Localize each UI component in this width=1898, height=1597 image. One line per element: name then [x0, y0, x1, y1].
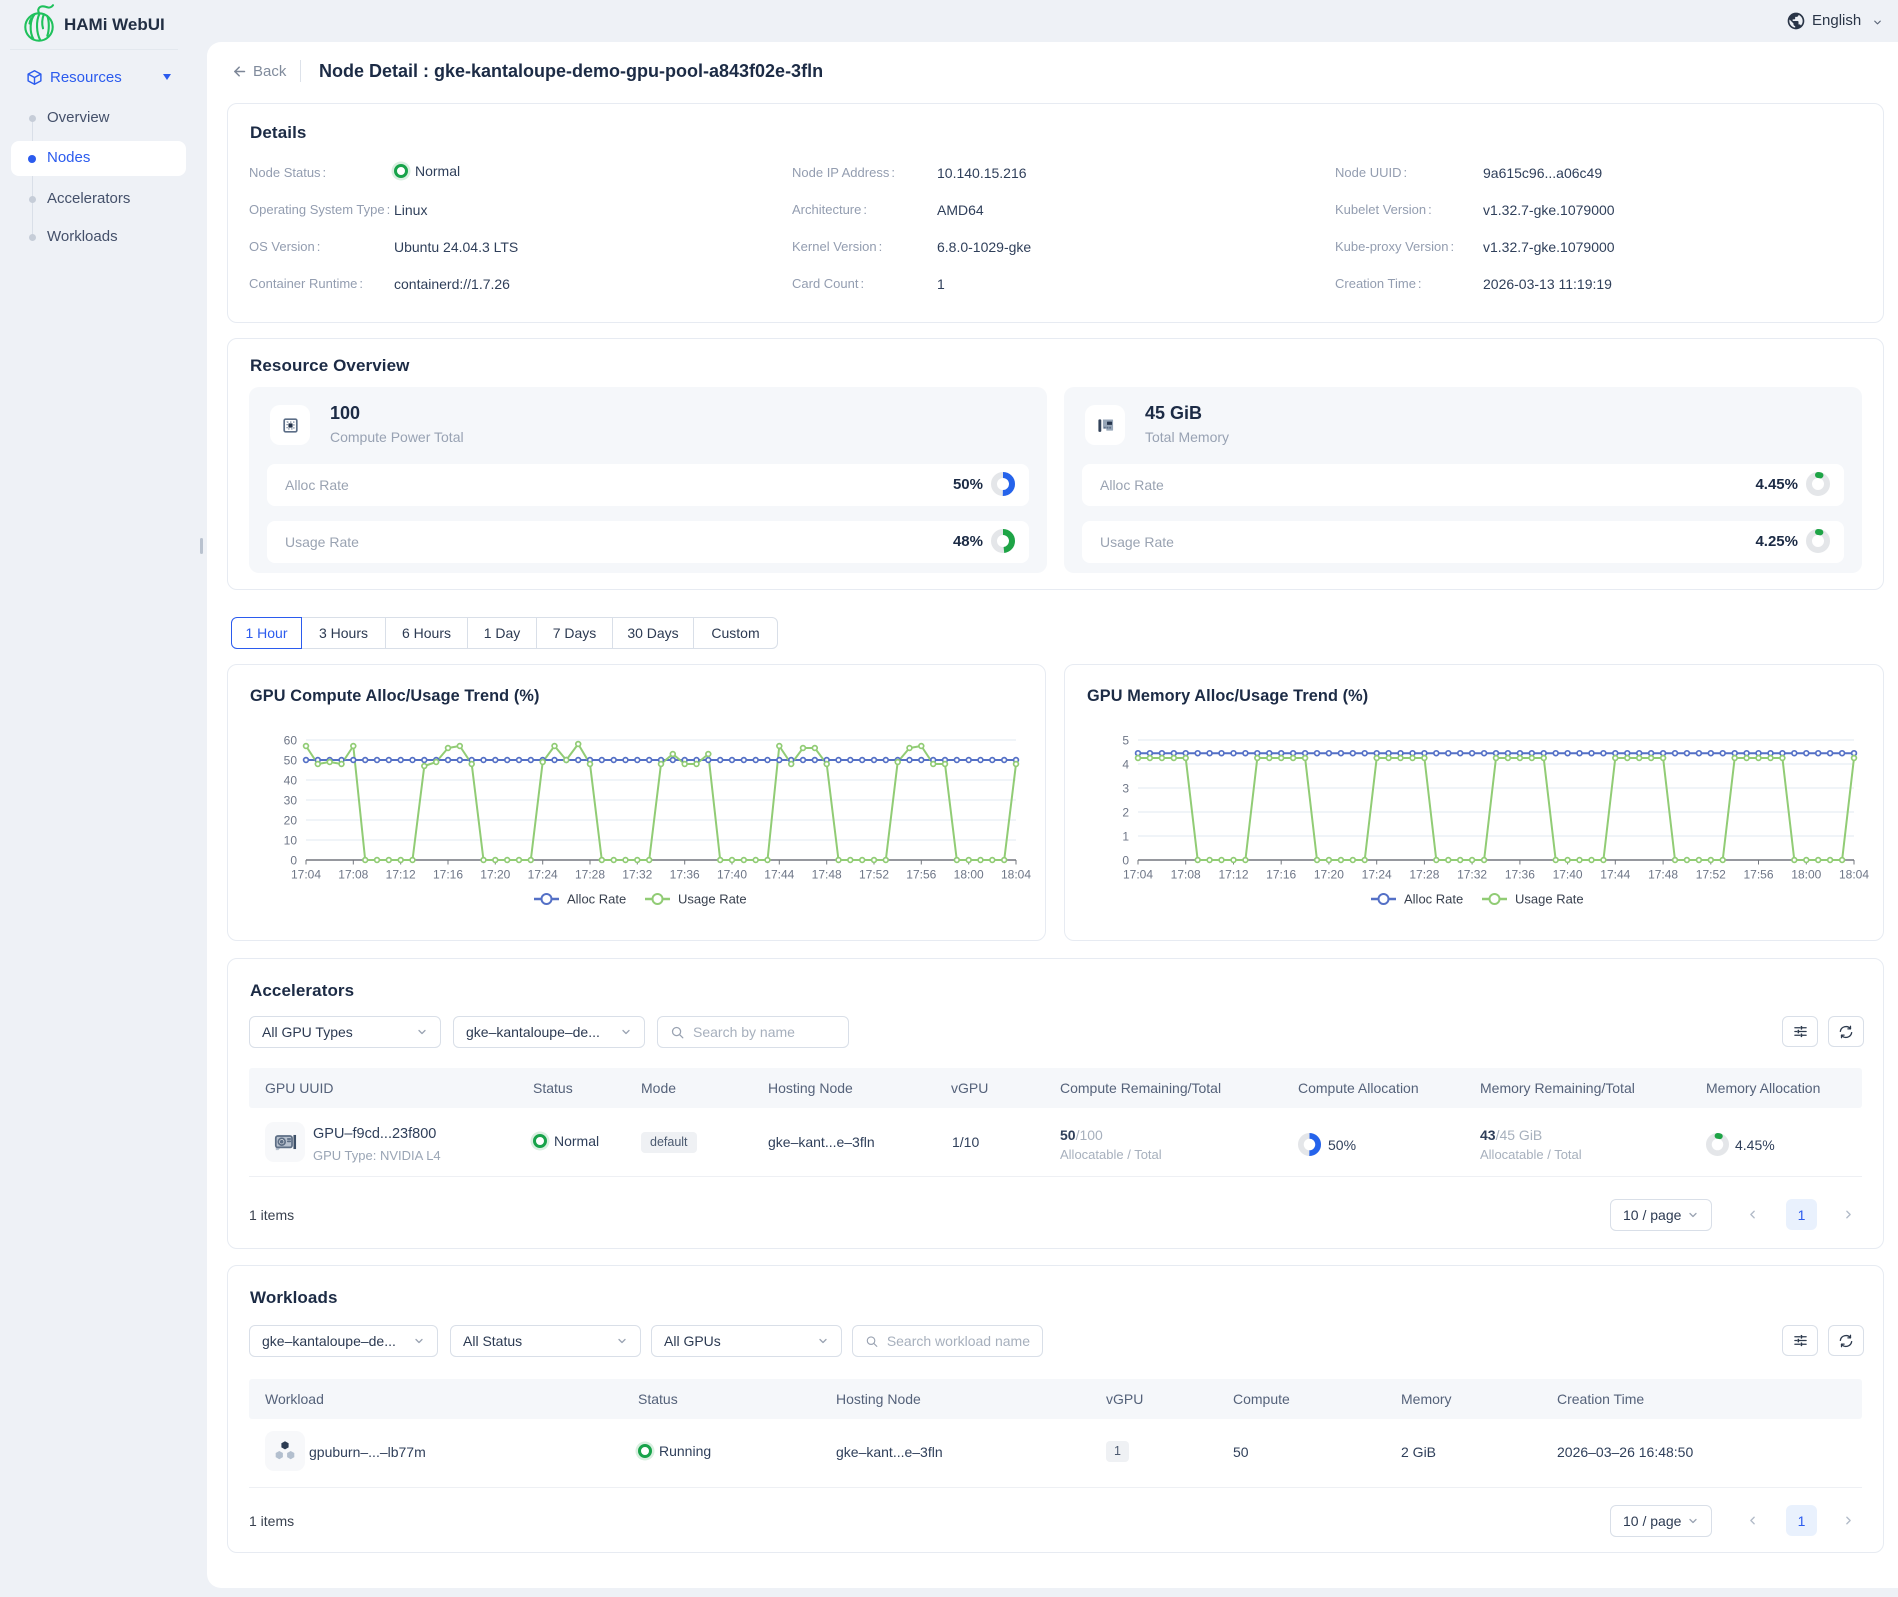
svg-text:17:40: 17:40: [717, 868, 747, 882]
svg-text:17:04: 17:04: [291, 868, 321, 882]
svg-text:17:36: 17:36: [670, 868, 700, 882]
svg-text:17:08: 17:08: [1171, 868, 1201, 882]
svg-text:1: 1: [1122, 830, 1129, 844]
svg-text:20: 20: [284, 814, 298, 828]
svg-text:60: 60: [284, 734, 298, 748]
svg-text:17:08: 17:08: [338, 868, 368, 882]
svg-text:4: 4: [1122, 758, 1129, 772]
svg-text:18:04: 18:04: [1839, 868, 1869, 882]
svg-text:18:04: 18:04: [1001, 868, 1031, 882]
svg-text:40: 40: [284, 774, 298, 788]
svg-text:17:44: 17:44: [764, 868, 794, 882]
svg-text:17:40: 17:40: [1553, 868, 1583, 882]
svg-text:17:36: 17:36: [1505, 868, 1535, 882]
svg-text:17:32: 17:32: [1457, 868, 1487, 882]
svg-text:17:24: 17:24: [528, 868, 558, 882]
svg-text:17:56: 17:56: [906, 868, 936, 882]
svg-text:10: 10: [284, 834, 298, 848]
svg-text:17:20: 17:20: [1314, 868, 1344, 882]
svg-text:17:16: 17:16: [1266, 868, 1296, 882]
svg-text:50: 50: [284, 754, 298, 768]
svg-text:5: 5: [1122, 734, 1129, 748]
svg-text:3: 3: [1122, 782, 1129, 796]
svg-text:17:20: 17:20: [480, 868, 510, 882]
svg-text:17:28: 17:28: [575, 868, 605, 882]
svg-text:17:12: 17:12: [386, 868, 416, 882]
svg-text:2: 2: [1122, 806, 1129, 820]
svg-text:17:24: 17:24: [1362, 868, 1392, 882]
svg-text:17:16: 17:16: [433, 868, 463, 882]
svg-text:Alloc Rate: Alloc Rate: [567, 892, 626, 907]
svg-text:0: 0: [1122, 854, 1129, 868]
svg-text:18:00: 18:00: [954, 868, 984, 882]
svg-text:17:28: 17:28: [1409, 868, 1439, 882]
svg-text:17:52: 17:52: [859, 868, 889, 882]
svg-text:30: 30: [284, 794, 298, 808]
svg-text:Alloc Rate: Alloc Rate: [1404, 892, 1463, 907]
svg-text:17:12: 17:12: [1218, 868, 1248, 882]
svg-text:17:48: 17:48: [1648, 868, 1678, 882]
svg-text:Usage Rate: Usage Rate: [678, 892, 747, 907]
svg-text:17:04: 17:04: [1123, 868, 1153, 882]
svg-text:17:32: 17:32: [622, 868, 652, 882]
svg-text:17:52: 17:52: [1696, 868, 1726, 882]
svg-text:17:48: 17:48: [812, 868, 842, 882]
svg-text:17:44: 17:44: [1600, 868, 1630, 882]
svg-text:0: 0: [290, 854, 297, 868]
svg-text:Usage Rate: Usage Rate: [1515, 892, 1584, 907]
svg-text:17:56: 17:56: [1743, 868, 1773, 882]
svg-text:18:00: 18:00: [1791, 868, 1821, 882]
